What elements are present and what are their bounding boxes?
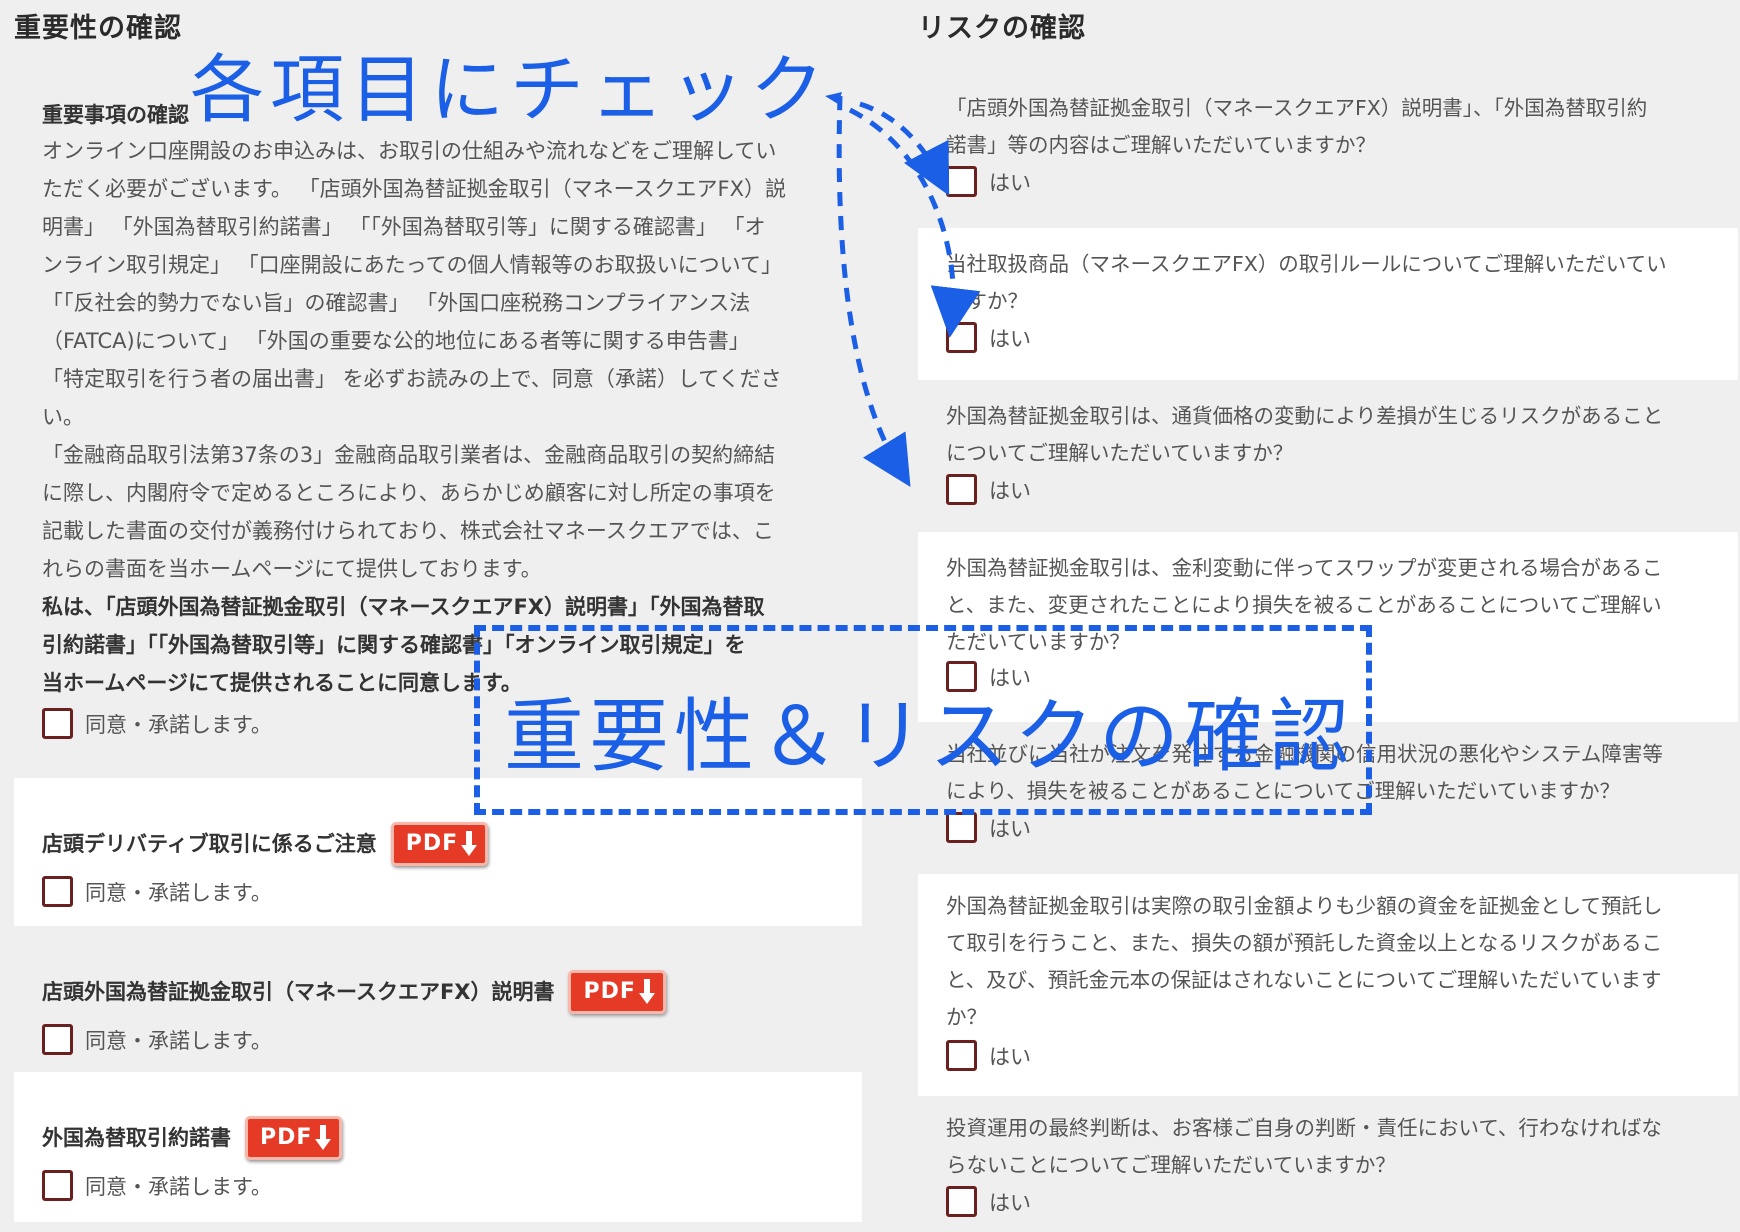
risk-yes-label: はい bbox=[989, 170, 1031, 195]
risk-question-text: 外国為替証拠金取引は実際の取引金額よりも少額の資金を証拠金として預託し て取引を行… bbox=[946, 894, 1663, 1029]
fx-manual-heading: 店頭外国為替証拠金取引（マネースクエアFX）説明書 bbox=[42, 980, 555, 1004]
risk-question-text: 外国為替証拠金取引は、通貨価格の変動により差損が生じるリスクがあること についてご… bbox=[946, 404, 1664, 465]
pdf-download-icon[interactable]: PDF bbox=[245, 1116, 343, 1160]
risk-yes-label: はい bbox=[989, 1190, 1031, 1215]
pdf-download-icon[interactable]: PDF bbox=[568, 970, 666, 1014]
risk-yes-label: はい bbox=[989, 478, 1031, 503]
agreement-consent-checkbox[interactable] bbox=[42, 1170, 73, 1201]
manual-consent-checkbox[interactable] bbox=[42, 1024, 73, 1055]
pdf-download-icon[interactable]: PDF bbox=[390, 822, 489, 866]
agreement-consent-row[interactable]: 同意・承諾します。 bbox=[42, 1170, 862, 1201]
importance-section-title: 重要性の確認 bbox=[14, 13, 182, 44]
risk-answer-row[interactable]: はい bbox=[946, 322, 1738, 353]
download-arrow-icon bbox=[461, 829, 478, 859]
risk-yes-checkbox[interactable] bbox=[946, 1186, 977, 1217]
risk-yes-checkbox[interactable] bbox=[946, 474, 977, 505]
risk-question-text: 「店頭外国為替証拠金取引（マネースクエアFX）説明書」、「外国為替取引約 諾書」等… bbox=[946, 96, 1648, 157]
risk-answer-row[interactable]: はい bbox=[946, 166, 1738, 197]
risk-section-title: リスクの確認 bbox=[918, 13, 1086, 44]
risk-answer-row[interactable]: はい bbox=[946, 474, 1738, 505]
risk-yes-label: はい bbox=[989, 326, 1031, 351]
risk-yes-checkbox[interactable] bbox=[946, 812, 977, 843]
important-consent-label: 同意・承諾します。 bbox=[85, 712, 272, 737]
risk-question: 当社取扱商品（マネースクエアFX）の取引ルールについてご理解いただいてい ますか？… bbox=[918, 228, 1738, 380]
risk-question-text: 当社取扱商品（マネースクエアFX）の取引ルールについてご理解いただいてい ますか？ bbox=[946, 252, 1667, 313]
risk-yes-label: はい bbox=[989, 1044, 1031, 1069]
annotation-check-each-item: 各項目にチェック bbox=[190, 47, 830, 133]
risk-yes-checkbox[interactable] bbox=[946, 1040, 977, 1071]
derivative-consent-label: 同意・承諾します。 bbox=[85, 880, 272, 905]
derivative-consent-checkbox[interactable] bbox=[42, 876, 73, 907]
risk-yes-label: はい bbox=[989, 816, 1031, 841]
derivative-notice-heading: 店頭デリバティブ取引に係るご注意 bbox=[42, 832, 377, 856]
important-consent-checkbox[interactable] bbox=[42, 708, 73, 739]
fx-manual-block: 店頭外国為替証拠金取引（マネースクエアFX）説明書 PDF 同意・承諾します。 bbox=[14, 926, 862, 1072]
risk-answer-row[interactable]: はい bbox=[946, 1186, 1738, 1217]
risk-question: 外国為替証拠金取引は実際の取引金額よりも少額の資金を証拠金として預託し て取引を行… bbox=[918, 874, 1738, 1096]
fx-agreement-heading: 外国為替取引約諾書 bbox=[42, 1126, 231, 1150]
agreement-consent-label: 同意・承諾します。 bbox=[85, 1174, 272, 1199]
manual-consent-label: 同意・承諾します。 bbox=[85, 1028, 272, 1053]
fx-agreement-block: 外国為替取引約諾書 PDF 同意・承諾します。 bbox=[14, 1072, 862, 1222]
important-matters-text: オンライン口座開設のお申込みは、お取引の仕組みや流れなどをご理解してい ただく必… bbox=[42, 139, 786, 581]
risk-answer-row[interactable]: はい bbox=[946, 1040, 1738, 1071]
manual-consent-row[interactable]: 同意・承諾します。 bbox=[42, 1024, 862, 1055]
risk-question: 外国為替証拠金取引は、通貨価格の変動により差損が生じるリスクがあること についてご… bbox=[918, 380, 1738, 532]
derivative-consent-row[interactable]: 同意・承諾します。 bbox=[42, 876, 862, 907]
risk-question-text: 投資運用の最終判断は、お客様ご自身の判断・責任において、行わなければな らないこと… bbox=[946, 1116, 1662, 1177]
annotation-importance-risk-label: 重要性＆リスクの確認 bbox=[504, 690, 1354, 783]
risk-question: 「店頭外国為替証拠金取引（マネースクエアFX）説明書」、「外国為替取引約 諾書」等… bbox=[918, 76, 1738, 228]
risk-yes-checkbox[interactable] bbox=[946, 166, 977, 197]
risk-question: 投資運用の最終判断は、お客様ご自身の判断・責任において、行わなければな らないこと… bbox=[918, 1096, 1738, 1232]
risk-answer-row[interactable]: はい bbox=[946, 812, 1738, 843]
download-arrow-icon bbox=[315, 1123, 332, 1153]
risk-yes-checkbox[interactable] bbox=[946, 322, 977, 353]
download-arrow-icon bbox=[638, 977, 655, 1007]
